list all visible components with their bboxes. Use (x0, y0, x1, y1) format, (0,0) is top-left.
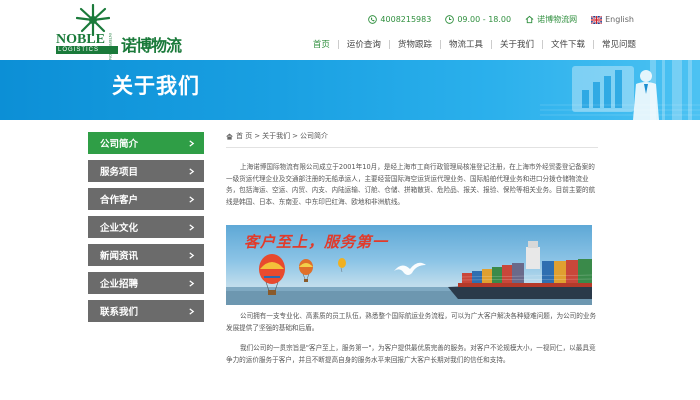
sidebar-item-partners[interactable]: 合作客户 (88, 188, 204, 210)
chevron-right-icon (189, 167, 195, 175)
nav-item-faq[interactable]: 常见问题 (594, 38, 644, 50)
banner-title: 关于我们 (112, 74, 200, 98)
nav-item-home[interactable]: 首页 (305, 38, 338, 50)
sidebar-item-label: 企业招聘 (100, 279, 139, 290)
banner-business-graphic (540, 60, 700, 120)
intro-paragraph: 上海诺博国际物流有限公司成立于2001年10月，是经上海市工商行政管理局核准登记… (226, 163, 596, 206)
content-divider (226, 147, 598, 148)
site-name: 诺博物流网 (537, 15, 578, 24)
sidebar-item-services[interactable]: 服务项目 (88, 160, 204, 182)
nav-item-cargo-tracking[interactable]: 货物跟踪 (390, 38, 440, 50)
phone-number: 4008215983 (380, 15, 432, 24)
top-info-bar: 4008215983 09.00 - 18.00 诺博物流网 English (354, 14, 634, 25)
sidebar-item-label: 新闻资讯 (100, 251, 139, 262)
chevron-right-icon (189, 279, 195, 287)
breadcrumb-current: 公司简介 (299, 132, 328, 140)
hours-info: 09.00 - 18.00 (445, 15, 511, 24)
breadcrumb: 首 页 > 关于我们 > 公司简介 (226, 131, 598, 141)
mission-paragraph: 我们公司的一贯宗旨是"客户至上，服务第一"，为客户提供最优质完善的服务。对客户不… (226, 344, 596, 364)
sidebar-item-label: 服务项目 (100, 167, 139, 178)
page-banner: 关于我们 (0, 60, 700, 120)
breadcrumb-home[interactable]: 首 页 (236, 131, 252, 141)
chevron-right-icon (189, 195, 195, 203)
main-content: 首 页 > 关于我们 > 公司简介 上海诺博国际物流有限公司成立于2001年10… (226, 131, 598, 208)
site-link[interactable]: 诺博物流网 (525, 14, 577, 25)
sidebar-item-label: 公司简介 (100, 139, 139, 150)
sidebar-item-contact[interactable]: 联系我们 (88, 300, 204, 322)
sidebar-item-label: 合作客户 (100, 195, 139, 206)
brand-name-cn: 诺博物流 (121, 36, 182, 55)
language-label: English (605, 15, 634, 24)
team-paragraph: 公司拥有一支专业化、高素质的员工队伍，熟悉整个国际航运业务流程，可以为广大客户解… (226, 312, 597, 332)
sidebar-item-company-profile[interactable]: 公司简介 (88, 132, 204, 154)
nav-item-about-us[interactable]: 关于我们 (492, 38, 542, 50)
language-switch[interactable]: English (591, 15, 634, 24)
chevron-right-icon (189, 139, 195, 147)
business-hours: 09.00 - 18.00 (457, 15, 512, 24)
chevron-right-icon (189, 251, 195, 259)
sidebar-item-label: 联系我们 (100, 307, 139, 318)
nav-item-logistics-tools[interactable]: 物流工具 (441, 38, 491, 50)
breadcrumb-section[interactable]: 关于我们 (262, 131, 290, 141)
slogan-text: 客户至上，服务第一 (244, 233, 389, 251)
chevron-right-icon (189, 307, 195, 315)
sidebar-item-careers[interactable]: 企业招聘 (88, 272, 204, 294)
clock-icon (445, 15, 455, 24)
home-icon (525, 15, 534, 24)
shipping-image: 客户至上，服务第一 (226, 225, 592, 305)
nav-item-rate-query[interactable]: 运价查询 (339, 38, 389, 50)
brand-logo[interactable]: NOBLE LOGISTICS INTERNATIONAL 诺博物流 (56, 4, 186, 65)
sidebar: 公司简介 服务项目 合作客户 企业文化 新闻资讯 企业招聘 联系我们 (88, 132, 204, 328)
chevron-right-icon (189, 223, 195, 231)
sidebar-item-culture[interactable]: 企业文化 (88, 216, 204, 238)
phone-info: 4008215983 (368, 15, 431, 24)
main-nav: 首页 运价查询 货物跟踪 物流工具 关于我们 文件下载 常见问题 (305, 38, 644, 50)
phone-icon (368, 15, 378, 24)
sidebar-item-label: 企业文化 (100, 223, 139, 234)
uk-flag-icon (591, 15, 603, 24)
sidebar-item-news[interactable]: 新闻资讯 (88, 244, 204, 266)
nav-item-downloads[interactable]: 文件下载 (543, 38, 593, 50)
home-icon (226, 133, 233, 140)
